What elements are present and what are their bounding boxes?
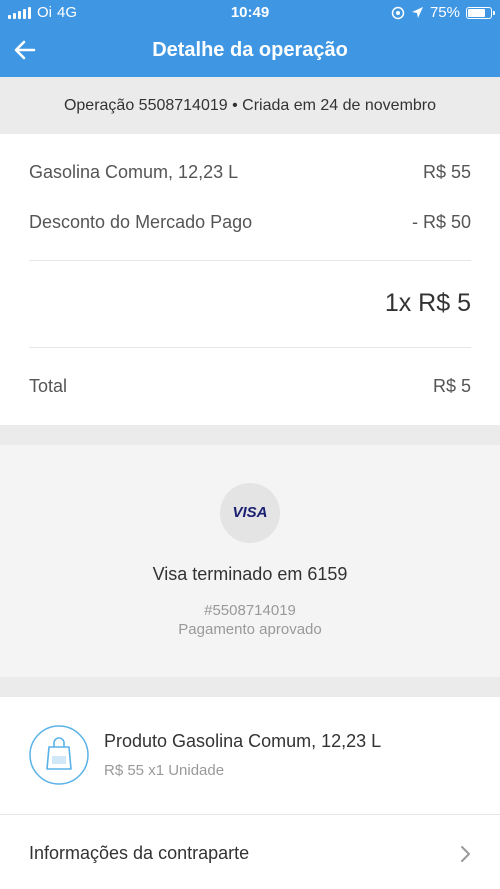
product-section: Produto Gasolina Comum, 12,23 L R$ 55 x1…: [0, 697, 500, 889]
divider: [29, 260, 471, 261]
visa-logo-icon: VISA: [220, 483, 280, 543]
divider: [29, 347, 471, 348]
shopping-bag-icon: [29, 725, 89, 785]
status-right: 75%: [391, 4, 495, 21]
payment-method: Visa terminado em 6159: [152, 564, 348, 584]
payment-id: #5508714019: [204, 602, 296, 619]
location-icon: [411, 7, 423, 18]
total-row: Total R$ 5: [29, 376, 471, 397]
item-row: Desconto do Mercado Pago - R$ 50: [29, 212, 471, 233]
total-label: Total: [29, 376, 68, 396]
product-name: Produto Gasolina Comum, 12,23 L: [104, 731, 382, 751]
total-value: R$ 5: [432, 376, 471, 396]
battery-percent: 75%: [429, 4, 460, 21]
items-card: Gasolina Comum, 12,23 L R$ 55 Desconto d…: [0, 134, 500, 425]
product-detail: R$ 55 x1 Unidade: [104, 762, 225, 779]
chevron-right-icon: [461, 845, 470, 862]
battery-icon: [466, 6, 495, 19]
orientation-lock-icon: [391, 6, 405, 19]
divider: [0, 814, 500, 815]
item-value: - R$ 50: [411, 212, 471, 232]
item-label: Desconto do Mercado Pago: [29, 212, 253, 232]
payment-section: VISA Visa terminado em 6159 #5508714019 …: [0, 445, 500, 677]
status-bar: Oi 4G 10:49 75%: [0, 0, 500, 24]
item-row: Gasolina Comum, 12,23 L R$ 55: [29, 162, 471, 183]
app-bar: Detalhe da operação: [0, 24, 500, 77]
quantity-line: 1x R$ 5: [384, 289, 471, 317]
page-title: Detalhe da operação: [152, 39, 348, 61]
item-value: R$ 55: [422, 162, 471, 182]
payment-status: Pagamento aprovado: [178, 621, 322, 638]
counterpart-row[interactable]: Informações da contraparte: [29, 843, 471, 864]
operation-header: Operação 5508714019 • Criada em 24 de no…: [0, 77, 500, 134]
counterpart-label: Informações da contraparte: [29, 843, 250, 863]
item-label: Gasolina Comum, 12,23 L: [29, 162, 239, 182]
